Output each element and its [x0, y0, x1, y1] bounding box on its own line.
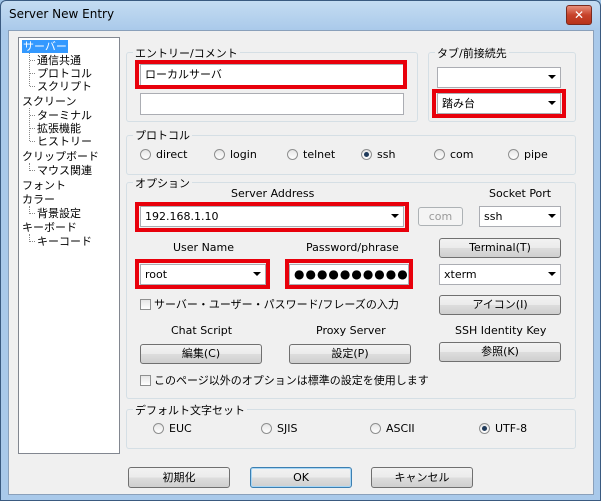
- protocol-radio-telnet[interactable]: telnet: [287, 148, 335, 161]
- chevron-down-icon: [391, 214, 399, 218]
- charset-radio-ascii[interactable]: ASCII: [370, 422, 415, 435]
- tree-item-keycode[interactable]: キーコード: [37, 235, 92, 248]
- radio-circle-icon: [214, 148, 225, 160]
- ok-button[interactable]: OK: [250, 467, 352, 488]
- proxy-settings-button[interactable]: 設定(P): [289, 344, 411, 364]
- tree-item-comm-common[interactable]: 通信共通: [37, 54, 81, 67]
- tree-item-clipboard[interactable]: クリップボード: [22, 150, 99, 163]
- prev-connection-value: 踏み台: [442, 97, 475, 110]
- charset-radio-utf8[interactable]: UTF-8: [479, 422, 527, 435]
- ssh-identity-browse-button[interactable]: 参照(K): [439, 342, 561, 362]
- tree-item-server[interactable]: サーバー: [22, 40, 68, 53]
- dialog-window: Server New Entry ✕ サーバー 通信共通 プロトコル スクリプト…: [0, 0, 601, 501]
- title-bar[interactable]: Server New Entry ✕: [1, 1, 600, 29]
- user-name-combo[interactable]: root: [140, 264, 266, 285]
- tree-item-extensions[interactable]: 拡張機能: [37, 122, 81, 135]
- use-default-options-checkbox[interactable]: このページ以外のオプションは標準の設定を使用します: [140, 374, 429, 387]
- radio-label: login: [230, 148, 257, 161]
- socket-port-label: Socket Port: [489, 187, 552, 200]
- radio-circle-icon: [370, 422, 381, 434]
- radio-label: pipe: [524, 148, 548, 161]
- radio-circle-icon: [287, 148, 298, 160]
- cancel-button[interactable]: キャンセル: [371, 467, 473, 488]
- tree-item-history[interactable]: ヒストリー: [37, 135, 92, 148]
- charset-radio-sjis[interactable]: SJIS: [261, 422, 297, 435]
- socket-port-value: ssh: [484, 210, 503, 223]
- radio-label: SJIS: [277, 422, 298, 435]
- server-address-combo[interactable]: 192.168.1.10: [140, 206, 404, 227]
- initialize-button[interactable]: 初期化: [128, 467, 230, 488]
- com-button[interactable]: com: [418, 207, 463, 226]
- checkbox-icon: [140, 298, 151, 310]
- tree-item-color[interactable]: カラー: [22, 193, 55, 206]
- radio-circle-icon: [508, 148, 519, 160]
- chevron-down-icon: [548, 101, 556, 105]
- terminal-type-combo[interactable]: xterm: [439, 264, 561, 285]
- window-title: Server New Entry: [9, 7, 115, 21]
- radio-selected-icon: [361, 148, 372, 160]
- tree-item-terminal[interactable]: ターミナル: [37, 109, 92, 122]
- tree-item-background[interactable]: 背景設定: [37, 207, 81, 220]
- tree-item-mouse[interactable]: マウス関連: [37, 164, 92, 177]
- radio-label: UTF-8: [495, 422, 528, 435]
- terminal-button[interactable]: Terminal(T): [439, 238, 561, 258]
- radio-label: com: [450, 148, 474, 161]
- input-credentials-checkbox-label: サーバー・ユーザー・パスワード/フレーズの入力: [154, 298, 399, 311]
- radio-circle-icon: [140, 148, 151, 160]
- tab-combo[interactable]: [437, 67, 561, 88]
- use-default-options-label: このページ以外のオプションは標準の設定を使用します: [154, 374, 429, 387]
- radio-label: EUC: [169, 422, 192, 435]
- protocol-group-label: プロトコル: [133, 127, 192, 143]
- radio-circle-icon: [153, 422, 164, 434]
- protocol-radio-ssh[interactable]: ssh: [361, 148, 395, 161]
- radio-selected-icon: [479, 422, 490, 434]
- tree-item-font[interactable]: フォント: [22, 179, 66, 192]
- password-label: Password/phrase: [306, 241, 399, 254]
- protocol-radio-direct[interactable]: direct: [140, 148, 187, 161]
- chat-script-edit-button[interactable]: 編集(C): [140, 344, 262, 364]
- dialog-client-area: サーバー 通信共通 プロトコル スクリプト スクリーン ターミナル 拡張機能 ヒ…: [8, 30, 594, 495]
- radio-label: ASCII: [386, 422, 415, 435]
- user-name-value: root: [145, 268, 168, 281]
- protocol-radio-pipe[interactable]: pipe: [508, 148, 548, 161]
- socket-port-combo[interactable]: ssh: [479, 206, 561, 227]
- tree-item-protocol[interactable]: プロトコル: [37, 67, 92, 80]
- chevron-down-icon: [548, 272, 556, 276]
- entry-group-label: エントリー/コメント: [133, 45, 240, 61]
- chevron-down-icon: [548, 214, 556, 218]
- password-input[interactable]: ●●●●●●●●●●: [289, 264, 409, 285]
- tree-item-screen[interactable]: スクリーン: [22, 95, 76, 108]
- radio-circle-icon: [434, 148, 445, 160]
- tree-item-script[interactable]: スクリプト: [37, 80, 92, 93]
- radio-label: ssh: [377, 148, 396, 161]
- terminal-type-value: xterm: [444, 268, 477, 281]
- prev-connection-combo[interactable]: 踏み台: [437, 93, 561, 114]
- protocol-radio-login[interactable]: login: [214, 148, 257, 161]
- chevron-down-icon: [253, 272, 261, 276]
- radio-label: telnet: [303, 148, 336, 161]
- input-credentials-checkbox[interactable]: サーバー・ユーザー・パスワード/フレーズの入力: [140, 298, 399, 311]
- chat-script-label: Chat Script: [171, 324, 233, 337]
- server-address-label: Server Address: [231, 187, 315, 200]
- ssh-identity-label: SSH Identity Key: [455, 324, 547, 337]
- server-address-value: 192.168.1.10: [145, 210, 219, 223]
- entry-name-input[interactable]: ローカルサーバ: [140, 64, 404, 86]
- tab-group-label: タブ/前接続先: [435, 45, 509, 61]
- checkbox-icon: [140, 374, 151, 386]
- tree-item-keyboard[interactable]: キーボード: [22, 221, 77, 234]
- protocol-radio-com[interactable]: com: [434, 148, 474, 161]
- options-group-label: オプション: [133, 175, 192, 191]
- category-tree[interactable]: サーバー 通信共通 プロトコル スクリプト スクリーン ターミナル 拡張機能 ヒ…: [18, 37, 120, 454]
- proxy-server-label: Proxy Server: [316, 324, 386, 337]
- entry-comment-input[interactable]: [140, 93, 404, 115]
- charset-radio-euc[interactable]: EUC: [153, 422, 192, 435]
- chevron-down-icon: [548, 75, 556, 79]
- radio-circle-icon: [261, 422, 272, 434]
- close-button[interactable]: ✕: [566, 5, 592, 25]
- radio-label: direct: [156, 148, 188, 161]
- user-name-label: User Name: [173, 241, 235, 254]
- icon-button[interactable]: アイコン(I): [439, 295, 561, 315]
- charset-group-label: デフォルト文字セット: [133, 402, 247, 418]
